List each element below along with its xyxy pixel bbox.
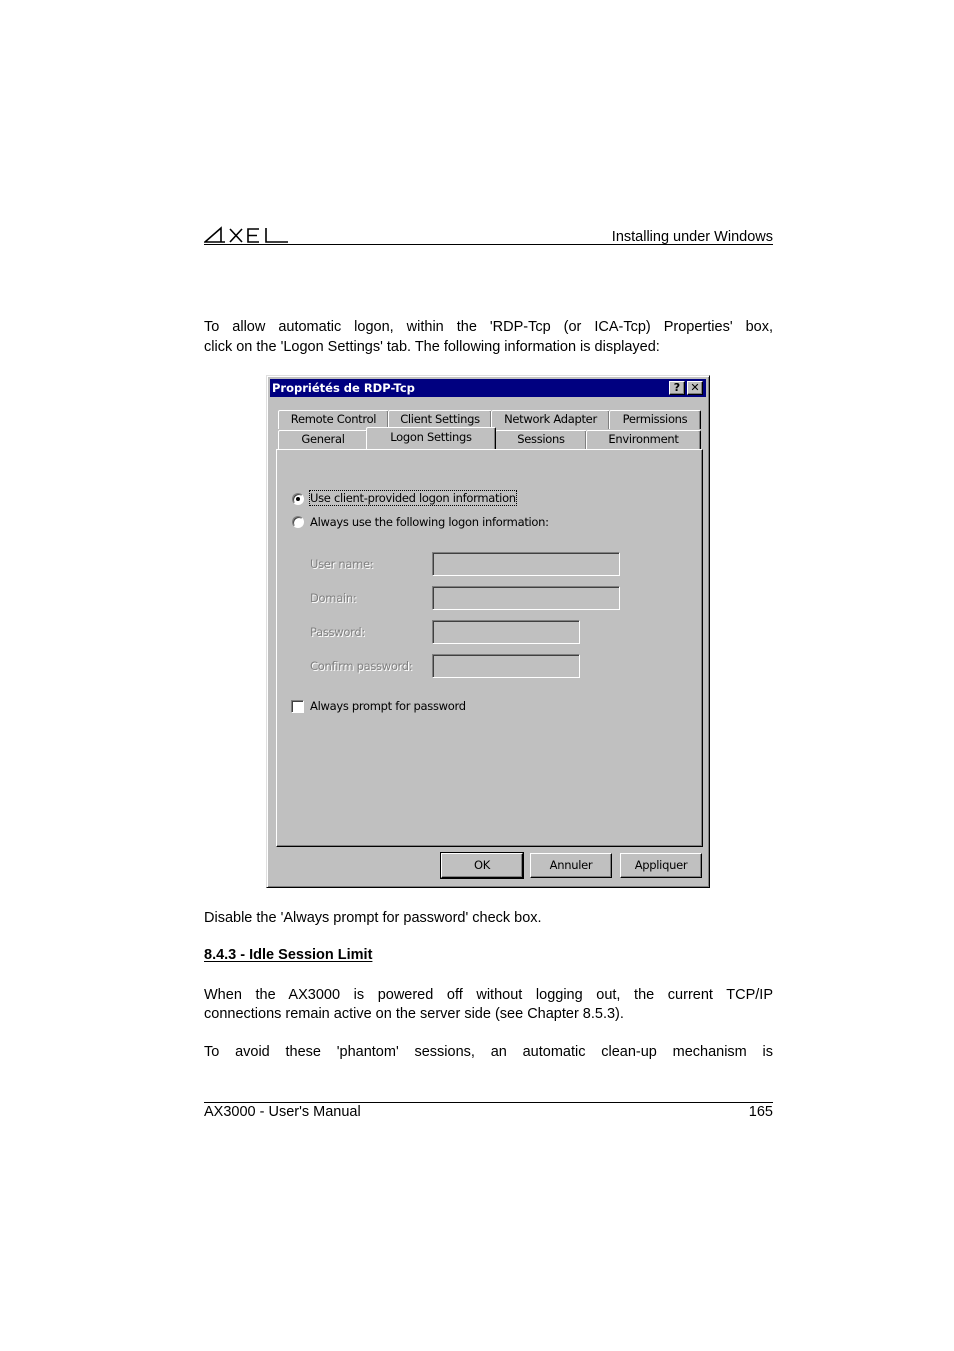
username-field[interactable]	[432, 552, 620, 576]
tab-label: Network Adapter	[504, 412, 597, 426]
logon-settings-panel: Use client-provided logon information Al…	[276, 449, 703, 847]
always-prompt-checkbox[interactable]	[291, 700, 304, 713]
para3-line-1: To avoid these 'phantom' sessions, an au…	[204, 1044, 773, 1060]
section-heading: 8.4.3 - Idle Session Limit	[204, 947, 373, 963]
para2-line-2: connections remain active on the server …	[204, 1006, 624, 1022]
cancel-button[interactable]: Annuler	[530, 853, 612, 878]
para2-line-1: When the AX3000 is powered off without l…	[204, 987, 773, 1003]
axel-logo	[204, 226, 288, 243]
radio-selected-dot	[296, 497, 300, 501]
confirm-password-field[interactable]	[432, 654, 580, 678]
tab-sessions[interactable]: Sessions	[495, 430, 587, 449]
tab-label: Permissions	[622, 412, 688, 426]
properties-dialog: Propriétés de RDP-Tcp ? ✕ Remote Control…	[266, 375, 710, 888]
radio-client-provided-label[interactable]: Use client-provided logon information	[309, 490, 517, 506]
header-rule	[204, 244, 773, 245]
tab-logon-settings[interactable]: Logon Settings	[366, 427, 496, 449]
tab-permissions[interactable]: Permissions	[609, 410, 701, 429]
tab-label: Logon Settings	[390, 430, 472, 444]
radio-client-provided[interactable]	[292, 493, 304, 505]
help-icon: ?	[673, 381, 681, 394]
dialog-titlebar[interactable]: Propriétés de RDP-Tcp ? ✕	[270, 379, 706, 397]
ok-button[interactable]: OK	[440, 852, 524, 879]
domain-field[interactable]	[432, 586, 620, 610]
instruction-text: Disable the 'Always prompt for password'…	[204, 910, 542, 926]
dialog-title: Propriétés de RDP-Tcp	[272, 381, 415, 395]
tab-label: Remote Control	[290, 412, 377, 426]
manual-title: AX3000 - User's Manual	[204, 1104, 361, 1120]
intro-line-1: To allow automatic logon, within the 'RD…	[204, 319, 773, 335]
tab-label: Environment	[608, 432, 679, 446]
confirm-password-label: Confirm password:	[310, 659, 413, 673]
intro-line-2: click on the 'Logon Settings' tab. The f…	[204, 339, 660, 355]
password-field[interactable]	[432, 620, 580, 644]
tab-label: Sessions	[517, 432, 565, 446]
tab-network-adapter[interactable]: Network Adapter	[491, 410, 610, 429]
close-button[interactable]: ✕	[687, 381, 703, 395]
footer-rule	[204, 1102, 773, 1103]
username-label: User name:	[310, 557, 374, 571]
domain-label: Domain:	[310, 591, 357, 605]
section-title: Installing under Windows	[611, 229, 773, 245]
tab-label: Client Settings	[400, 412, 480, 426]
radio-always-use-label[interactable]: Always use the following logon informati…	[310, 515, 549, 529]
tab-environment[interactable]: Environment	[586, 430, 701, 449]
always-prompt-label[interactable]: Always prompt for password	[310, 699, 466, 713]
close-icon: ✕	[690, 381, 700, 394]
page-number: 165	[748, 1104, 773, 1120]
password-label: Password:	[310, 625, 365, 639]
help-button[interactable]: ?	[669, 381, 685, 395]
radio-always-use[interactable]	[292, 516, 304, 528]
tab-general[interactable]: General	[278, 430, 368, 449]
tab-label: General	[301, 432, 345, 446]
apply-button[interactable]: Appliquer	[620, 853, 702, 878]
